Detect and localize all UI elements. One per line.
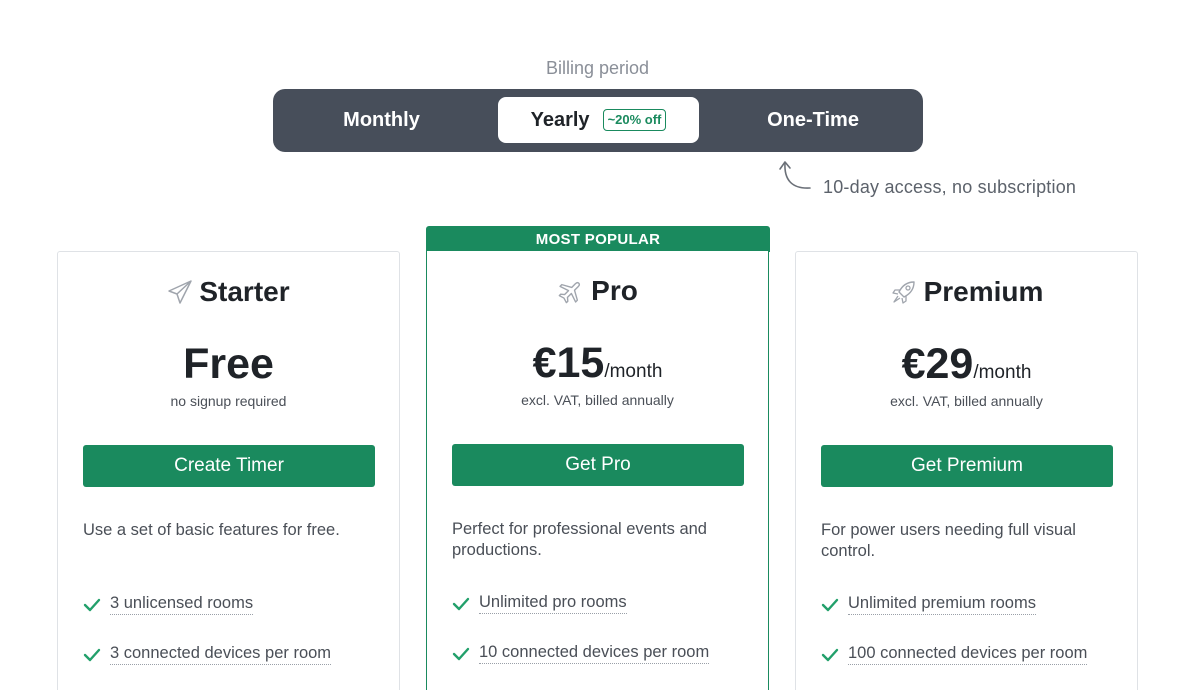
rocket-icon	[891, 281, 915, 304]
feature-item: Unlimited premium rooms	[821, 594, 1121, 615]
price-subtext: no signup required	[170, 393, 287, 409]
plan-card-pro: Pro €15/month excl. VAT, billed annually…	[426, 251, 769, 690]
feature-item: Unlimited pro rooms	[452, 593, 752, 614]
discount-badge: ~20% off	[602, 109, 667, 131]
feature-text[interactable]: 10 connected devices per room	[479, 643, 710, 664]
plan-name: Starter	[199, 276, 290, 307]
price-subtext: excl. VAT, billed annually	[890, 393, 1043, 409]
feature-item: 10 connected devices per room	[452, 643, 752, 664]
most-popular-banner: MOST POPULAR	[426, 226, 770, 252]
plan-description: Use a set of basic features for free.	[83, 521, 340, 539]
airplane-icon	[558, 282, 581, 304]
create-timer-button[interactable]: Create Timer	[83, 445, 375, 487]
check-icon	[821, 648, 839, 661]
get-premium-button[interactable]: Get Premium	[821, 445, 1113, 487]
price-amount: €15	[532, 339, 605, 387]
price-amount: €29	[901, 340, 974, 388]
plan-card-premium: Premium €29/month excl. VAT, billed annu…	[795, 251, 1138, 690]
plan-description: Perfect for professional events and prod…	[452, 520, 707, 559]
billing-option-label: One-Time	[767, 108, 859, 131]
plan-title: Premium	[796, 276, 1137, 308]
price-period: /month	[604, 361, 663, 382]
feature-item: 3 unlicensed rooms	[83, 594, 383, 615]
price-subtext: excl. VAT, billed annually	[521, 392, 674, 408]
price-amount: Free	[183, 340, 274, 388]
check-icon	[83, 598, 101, 611]
feature-text[interactable]: 100 connected devices per room	[848, 644, 1088, 665]
check-icon	[83, 648, 101, 661]
plan-title: Pro	[427, 275, 768, 307]
feature-item: 3 connected devices per room	[83, 644, 383, 665]
price: Free	[58, 340, 399, 389]
feature-text[interactable]: 3 connected devices per room	[110, 644, 332, 665]
paper-plane-icon	[168, 280, 193, 304]
plan-title: Starter	[58, 276, 399, 308]
billing-option-label: Monthly	[343, 108, 420, 131]
pricing-page: Billing period Monthly Yearly ~20% off O…	[0, 0, 1200, 690]
one-time-note: 10-day access, no subscription	[823, 177, 1077, 197]
price-period: /month	[973, 362, 1032, 383]
feature-text[interactable]: Unlimited pro rooms	[479, 593, 627, 614]
get-pro-button[interactable]: Get Pro	[452, 444, 744, 486]
billing-option-one-time[interactable]: One-Time	[713, 97, 913, 143]
plan-description: For power users needing full visual cont…	[821, 521, 1076, 560]
check-icon	[821, 598, 839, 611]
feature-text[interactable]: Unlimited premium rooms	[848, 594, 1036, 615]
price: €29/month	[796, 340, 1137, 389]
plan-card-starter: Starter Free no signup required Create T…	[57, 251, 400, 690]
billing-option-monthly[interactable]: Monthly	[285, 97, 478, 143]
check-icon	[452, 647, 470, 660]
billing-option-label: Yearly	[530, 108, 590, 131]
check-icon	[452, 597, 470, 610]
plan-name: Pro	[591, 275, 638, 306]
billing-option-yearly[interactable]: Yearly ~20% off	[498, 97, 699, 143]
feature-item: 100 connected devices per room	[821, 644, 1121, 665]
billing-period-label: Billing period	[545, 58, 650, 78]
feature-text[interactable]: 3 unlicensed rooms	[110, 594, 254, 615]
plan-name: Premium	[923, 276, 1044, 307]
price: €15/month	[427, 339, 768, 388]
curved-arrow-icon	[779, 161, 811, 189]
billing-period-toggle: Monthly Yearly ~20% off One-Time	[273, 89, 923, 152]
